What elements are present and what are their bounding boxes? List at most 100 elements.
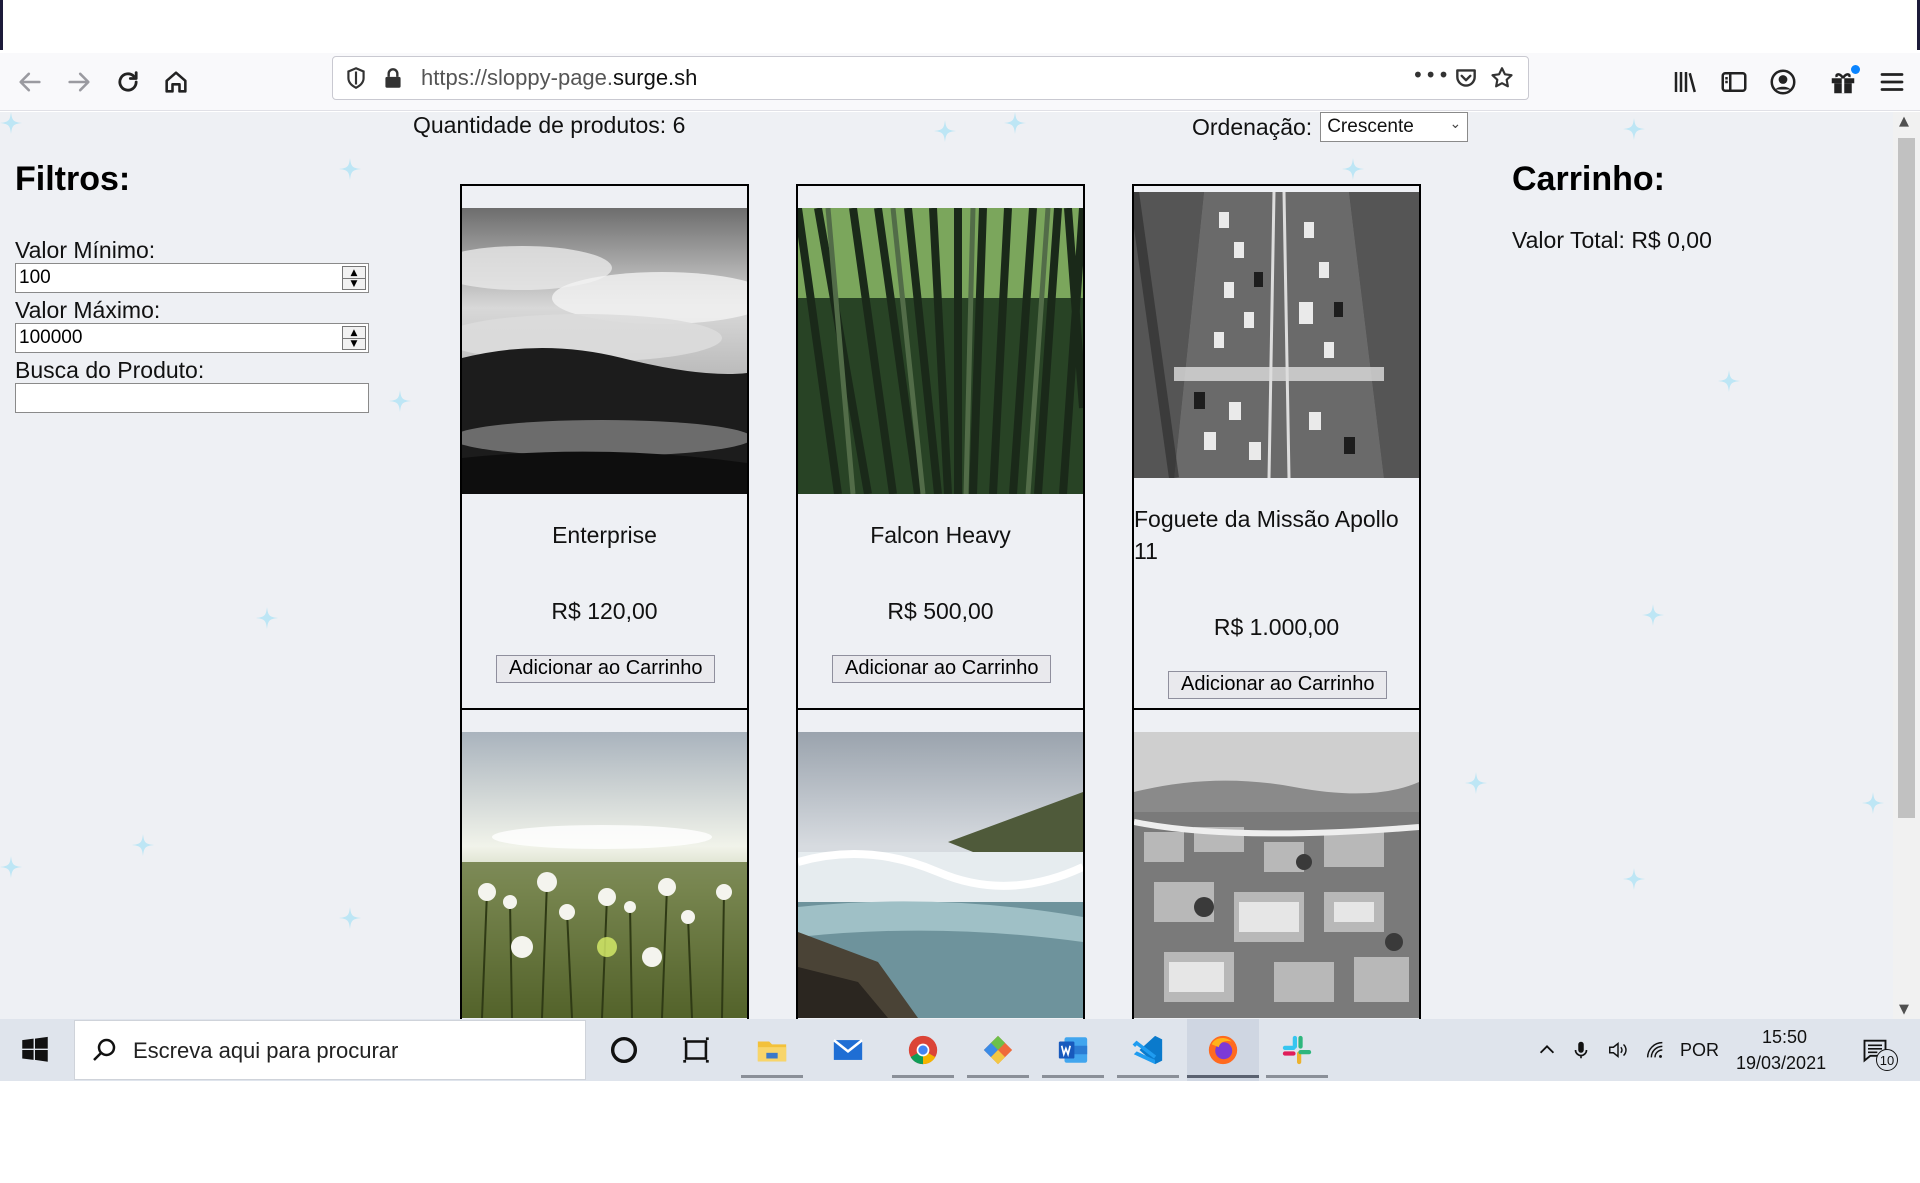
active-app-indicator [892, 1075, 954, 1078]
start-button[interactable] [0, 1019, 70, 1081]
max-value-stepper[interactable]: ▲ ▼ [342, 326, 366, 350]
sparkle-icon [934, 120, 956, 142]
volume-icon[interactable] [1603, 1019, 1633, 1081]
notification-dot [1851, 65, 1860, 74]
active-app-indicator [1266, 1075, 1328, 1078]
lock-icon[interactable] [380, 65, 406, 91]
bamboo-forest-image [798, 208, 1083, 494]
search-placeholder: Escreva aqui para procurar [133, 1038, 399, 1063]
sparkle-icon [1342, 158, 1364, 180]
extensions-gift-icon[interactable] [1828, 65, 1860, 97]
max-value-label: Valor Máximo: [15, 297, 161, 323]
url-domain: surge.sh [613, 65, 698, 90]
cart-title: Carrinho: [1512, 160, 1665, 198]
min-value-label: Valor Mínimo: [15, 237, 156, 263]
stepper-up-icon[interactable]: ▲ [343, 327, 365, 338]
task-view-button[interactable] [665, 1019, 727, 1081]
task-view-icon [683, 1037, 709, 1063]
wifi-icon[interactable] [1640, 1019, 1670, 1081]
forward-button[interactable] [56, 59, 102, 105]
clock-time[interactable]: 15:50 [1762, 1027, 1807, 1048]
cart-total: Valor Total: R$ 0,00 [1512, 227, 1712, 253]
address-bar[interactable]: https://sloppy-page.surge.sh ••• [332, 56, 1529, 100]
taskbar-search[interactable]: Escreva aqui para procurar [74, 1020, 586, 1080]
sparkle-icon [1623, 118, 1645, 140]
min-value-stepper[interactable]: ▲ ▼ [342, 266, 366, 290]
add-to-cart-button[interactable]: Adicionar ao Carrinho [1168, 671, 1388, 699]
url-prefix: https://sloppy-page. [421, 65, 614, 90]
clock-date[interactable]: 19/03/2021 [1736, 1053, 1826, 1074]
waterfall-river-image [798, 732, 1083, 1018]
add-to-cart-button[interactable]: Adicionar ao Carrinho [496, 655, 716, 683]
scroll-up-icon[interactable]: ▲ [1899, 114, 1909, 129]
menu-icon[interactable] [1877, 67, 1907, 97]
min-value-text: 100 [19, 267, 51, 288]
cortana-circle-icon [610, 1036, 638, 1064]
product-image [462, 208, 747, 494]
git-app-button[interactable] [967, 1019, 1029, 1081]
product-card [460, 708, 749, 1019]
min-value-input[interactable]: 100 ▲ ▼ [15, 263, 369, 293]
windows-logo-icon [22, 1036, 48, 1062]
sparkle-icon [132, 834, 154, 856]
pocket-icon[interactable] [1453, 65, 1479, 91]
firefox-button[interactable] [1187, 1019, 1259, 1081]
slack-button[interactable] [1266, 1019, 1328, 1081]
arrow-right-icon [68, 72, 90, 92]
word-button[interactable] [1042, 1019, 1104, 1081]
back-button[interactable] [7, 59, 53, 105]
microphone-icon[interactable] [1566, 1019, 1596, 1081]
stepper-up-icon[interactable]: ▲ [343, 267, 365, 278]
product-card: Falcon Heavy R$ 500,00 Adicionar ao Carr… [796, 184, 1085, 710]
page-scrollbar[interactable]: ▲ ▼ [1893, 112, 1920, 1019]
sidebar-icon[interactable] [1719, 67, 1749, 97]
language-indicator[interactable]: POR [1680, 1040, 1719, 1061]
order-label: Ordenação: [1192, 113, 1313, 140]
cortana-button[interactable] [593, 1019, 655, 1081]
product-image [798, 732, 1083, 1018]
chrome-button[interactable] [892, 1019, 954, 1081]
sparkle-icon [0, 112, 22, 134]
tray-overflow-chevron-up-icon[interactable] [1532, 1019, 1562, 1081]
vscode-button[interactable] [1117, 1019, 1179, 1081]
sparkle-icon [256, 607, 278, 629]
mail-button[interactable] [817, 1019, 879, 1081]
folder-icon [757, 1041, 787, 1062]
action-center-button[interactable]: 10 [1850, 1019, 1900, 1081]
product-image [462, 732, 747, 1018]
sparkle-icon [1642, 604, 1664, 626]
product-search-input[interactable] [15, 383, 369, 413]
library-icon[interactable] [1671, 67, 1701, 97]
window-top-strip [0, 0, 1920, 53]
stepper-down-icon[interactable]: ▼ [343, 278, 365, 289]
scrollbar-thumb[interactable] [1898, 138, 1915, 818]
home-icon [165, 71, 187, 93]
window-edge-left [0, 0, 3, 50]
url-text[interactable]: https://sloppy-page.surge.sh [421, 65, 697, 91]
max-value-input[interactable]: 100000 ▲ ▼ [15, 323, 369, 353]
search-icon [93, 1038, 116, 1061]
add-to-cart-button[interactable]: Adicionar ao Carrinho [832, 655, 1052, 683]
product-card [1132, 708, 1421, 1019]
account-icon[interactable] [1768, 67, 1798, 97]
product-name: Enterprise [552, 522, 657, 548]
home-button[interactable] [153, 59, 199, 105]
scroll-down-icon[interactable]: ▼ [1899, 1002, 1909, 1017]
product-image [798, 208, 1083, 494]
product-name: Falcon Heavy [870, 522, 1011, 548]
taskbar: Escreva aqui para procurar POR 15:50 19/… [0, 1019, 1920, 1081]
reload-button[interactable] [105, 59, 151, 105]
product-name: Foguete da Missão Apollo 11 [1134, 506, 1399, 564]
page-actions-menu[interactable]: ••• [1412, 63, 1450, 87]
product-count: Quantidade de produtos: 6 [413, 112, 686, 138]
product-card: Foguete da Missão Apollo 11 R$ 1.000,00 … [1132, 184, 1421, 710]
browser-toolbar: https://sloppy-page.surge.sh ••• [0, 53, 1920, 111]
chevron-down-icon: ⌄ [1449, 115, 1462, 131]
stepper-down-icon[interactable]: ▼ [343, 338, 365, 349]
active-app-indicator [1187, 1075, 1259, 1078]
shield-icon[interactable] [343, 65, 369, 91]
order-control: Ordenação: Crescente ⌄ [1192, 112, 1469, 142]
bookmark-star-icon[interactable] [1489, 65, 1515, 91]
file-explorer-button[interactable] [741, 1019, 803, 1081]
order-select[interactable]: Crescente ⌄ [1320, 112, 1469, 142]
